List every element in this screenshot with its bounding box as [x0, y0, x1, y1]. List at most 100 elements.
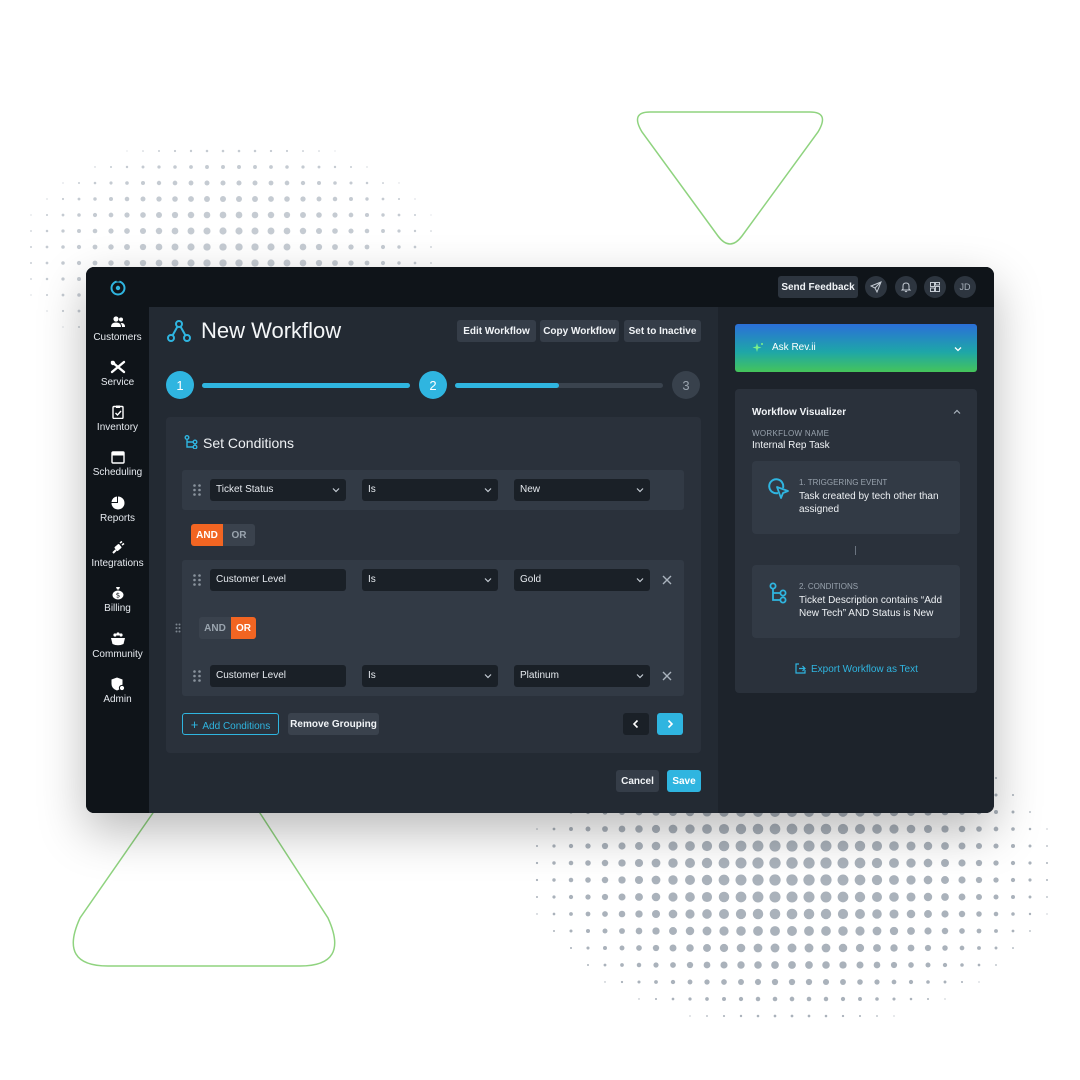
workflow-name-value: Internal Rep Task — [752, 440, 830, 451]
value-select-value: New — [520, 484, 541, 495]
users-icon — [110, 316, 125, 327]
step-text: Task created by tech other than assigned — [799, 491, 939, 515]
sidebar-item-integrations[interactable]: Integrations — [86, 541, 149, 583]
sidebar-item-admin[interactable]: Admin — [86, 677, 149, 719]
bell-icon[interactable] — [895, 276, 917, 298]
chevron-left-icon — [632, 719, 639, 729]
condition-row: Ticket Status Is New — [182, 470, 684, 510]
value-select[interactable]: Gold — [514, 569, 650, 591]
field-select[interactable]: Customer Level — [210, 665, 346, 687]
step-3[interactable]: 3 — [672, 371, 700, 399]
condition-row: Customer Level Is Gold — [182, 560, 684, 600]
step-label: 2. CONDITIONS — [799, 582, 859, 591]
sidebar-item-inventory[interactable]: Inventory — [86, 405, 149, 447]
sidebar-item-service[interactable]: Service — [86, 360, 149, 402]
pie-chart-icon — [111, 496, 124, 510]
step-text: Ticket Description contains “Add New Tec… — [799, 595, 943, 619]
admin-shield-icon — [111, 677, 125, 691]
step-track-1 — [202, 383, 410, 388]
outer-and-button[interactable]: AND — [191, 524, 223, 546]
operator-select[interactable]: Is — [362, 479, 498, 501]
user-avatar[interactable]: JD — [954, 276, 976, 298]
plus-icon: + — [190, 716, 199, 732]
inner-and-button[interactable]: AND — [199, 617, 231, 639]
inner-or-button[interactable]: OR — [231, 617, 256, 639]
drag-handle-icon[interactable] — [192, 483, 202, 497]
add-conditions-button[interactable]: + Add Conditions — [182, 713, 279, 735]
dashboard-icon[interactable] — [924, 276, 946, 298]
step-track-2 — [455, 383, 663, 388]
group-drag-handle-icon[interactable] — [175, 623, 181, 633]
remove-condition-button[interactable] — [658, 571, 676, 589]
ask-label: Ask Rev.ii — [772, 342, 816, 353]
page-title: New Workflow — [201, 318, 342, 343]
sidebar-item-community[interactable]: Community — [86, 632, 149, 674]
chevron-down-icon — [484, 488, 492, 493]
step-2[interactable]: 2 — [419, 371, 447, 399]
conditions-title: Set Conditions — [203, 435, 295, 451]
chevron-down-icon — [636, 674, 644, 679]
send-feedback-button[interactable]: Send Feedback — [778, 276, 858, 298]
ask-assistant-bar[interactable]: Ask Rev.ii — [735, 324, 977, 372]
step-connector — [855, 546, 856, 555]
operator-select-value: Is — [368, 670, 376, 681]
inner-and-or-toggle: AND OR — [199, 617, 256, 639]
export-label: Export Workflow as Text — [811, 664, 918, 675]
remove-condition-button[interactable] — [658, 667, 676, 685]
step-1[interactable]: 1 — [166, 371, 194, 399]
previous-button[interactable] — [623, 713, 649, 735]
drag-handle-icon[interactable] — [192, 669, 202, 683]
sidebar-label: Admin — [103, 694, 132, 705]
sidebar-label: Scheduling — [92, 467, 143, 478]
sidebar-item-scheduling[interactable]: Scheduling — [86, 450, 149, 492]
next-button[interactable] — [657, 713, 683, 735]
workflow-visualizer: Workflow Visualizer WORKFLOW NAME Intern… — [735, 389, 977, 693]
step-fill-2 — [455, 383, 559, 388]
workflow-app-window: Send Feedback JD Customers Service Inven… — [86, 267, 994, 813]
field-select[interactable]: Ticket Status — [210, 479, 346, 501]
condition-row: Customer Level Is Platinum — [182, 656, 684, 696]
tools-icon — [110, 360, 125, 374]
chevron-down-icon — [484, 578, 492, 583]
chevron-down-icon — [636, 488, 644, 493]
cursor-click-icon — [768, 478, 789, 499]
visualizer-step-conditions: 2. CONDITIONS Ticket Description contain… — [752, 565, 960, 638]
value-select[interactable]: New — [514, 479, 650, 501]
community-icon — [110, 632, 125, 646]
export-workflow-link[interactable]: Export Workflow as Text — [795, 663, 918, 675]
value-select[interactable]: Platinum — [514, 665, 650, 687]
remove-grouping-button[interactable]: Remove Grouping — [288, 713, 379, 735]
set-conditions-card: Set Conditions Ticket Status Is New AND … — [166, 417, 701, 753]
sidebar-nav: Customers Service Inventory Scheduling R… — [86, 307, 149, 813]
send-icon[interactable] — [865, 276, 887, 298]
branch-icon — [184, 435, 198, 449]
outer-or-button[interactable]: OR — [223, 524, 255, 546]
collapse-visualizer-button[interactable] — [951, 406, 963, 418]
progress-stepper: 1 2 3 — [166, 371, 702, 399]
set-inactive-button[interactable]: Set to Inactive — [624, 320, 701, 342]
workflow-icon — [167, 320, 191, 342]
save-button[interactable]: Save — [667, 770, 701, 792]
chevron-right-icon — [667, 719, 674, 729]
sidebar-item-customers[interactable]: Customers — [86, 315, 149, 357]
sparkle-icon — [752, 343, 763, 352]
money-bag-icon: $ — [112, 587, 123, 600]
chevron-down-icon — [332, 488, 340, 493]
operator-select[interactable]: Is — [362, 665, 498, 687]
operator-select[interactable]: Is — [362, 569, 498, 591]
visualizer-step-trigger: 1. TRIGGERING EVENT Task created by tech… — [752, 461, 960, 534]
workflow-editor: New Workflow Edit Workflow Copy Workflow… — [149, 307, 718, 813]
sidebar-item-billing[interactable]: $ Billing — [86, 586, 149, 628]
close-icon — [662, 671, 672, 681]
add-conditions-label: Add Conditions — [202, 720, 271, 732]
sidebar-label: Integrations — [91, 558, 144, 569]
drag-handle-icon[interactable] — [192, 573, 202, 587]
sidebar-item-reports[interactable]: Reports — [86, 496, 149, 538]
field-select[interactable]: Customer Level — [210, 569, 346, 591]
sidebar-label: Customers — [93, 332, 142, 343]
chevron-down-icon — [484, 674, 492, 679]
value-select-value: Platinum — [520, 670, 559, 681]
cancel-button[interactable]: Cancel — [616, 770, 659, 792]
edit-workflow-button[interactable]: Edit Workflow — [457, 320, 536, 342]
copy-workflow-button[interactable]: Copy Workflow — [540, 320, 619, 342]
